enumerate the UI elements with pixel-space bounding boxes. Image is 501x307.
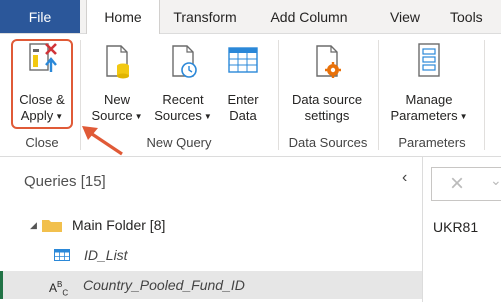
group-separator [278,40,279,150]
query-item[interactable]: ID_List [0,241,422,269]
query-folder[interactable]: ◢ Main Folder [8] [0,211,422,239]
cancel-icon[interactable]: × [450,170,464,198]
folder-icon [42,220,62,232]
ribbon-tab-bar: File Home Transform Add Column View Tool… [0,0,501,34]
expand-triangle-icon[interactable]: ◢ [30,211,37,239]
new-source-button[interactable]: New Source ▼ [84,36,150,125]
recent-sources-label-2: Sources [154,108,202,123]
group-label-close: Close [25,135,59,150]
manage-parameters-label-1: Manage [405,92,453,107]
data-source-settings-label-2: settings [304,108,350,123]
new-source-label-1: New [103,92,130,107]
chevron-down-icon: ▼ [134,111,143,121]
formula-controls: × ⌄ [431,167,501,201]
group-separator [378,40,379,150]
data-source-settings-label-1: Data source [291,92,363,107]
enter-data-button[interactable]: Enter Data [220,36,266,124]
chevron-down-icon: ▼ [459,111,468,121]
tab-home[interactable]: Home [86,0,160,34]
group-label-data-sources: Data Sources [288,135,368,150]
chevron-down-icon[interactable]: ⌄ [490,172,501,189]
data-source-settings-button[interactable]: Data source settings [282,36,372,124]
group-label-parameters: Parameters [398,135,466,150]
group-separator [484,40,485,150]
manage-parameters-label-2: Parameters [390,108,458,123]
close-apply-highlight [11,39,73,129]
parameters-icon [418,43,440,77]
new-source-label-2: Source [91,108,133,123]
enter-data-label-2: Data [229,108,257,123]
queries-header: Queries [15] [24,173,106,190]
recent-sources-label-1: Recent [162,92,204,107]
collapse-pane-icon[interactable]: ‹ [402,169,407,187]
tab-view[interactable]: View [378,0,432,33]
queries-pane: Queries [15] ‹ ◢ Main Folder [8] ID_List… [0,157,423,302]
settings-document-icon [316,45,341,78]
recent-sources-button[interactable]: Recent Sources ▼ [148,36,218,125]
formula-area: × ⌄ UKR81 [423,157,501,302]
table-icon [54,249,70,261]
ribbon-home: Close & Apply ▼ New Source ▼ Recent Source… [0,34,501,157]
query-item-selected[interactable]: ABC Country_Pooled_Fund_ID [0,271,422,299]
folder-label: Main Folder [8] [72,217,166,233]
new-source-icon [106,45,129,79]
query-item-label: Country_Pooled_Fund_ID [83,277,245,293]
cell-value: UKR81 [433,219,479,235]
table-icon [228,47,258,73]
tab-add-column[interactable]: Add Column [254,0,364,33]
recent-sources-icon [172,45,197,78]
tab-file[interactable]: File [0,0,80,33]
tab-tools[interactable]: Tools [450,0,501,33]
annotation-arrow-icon [82,126,123,156]
tab-transform[interactable]: Transform [162,0,248,33]
chevron-down-icon: ▼ [203,111,212,121]
query-item-label: ID_List [84,247,128,263]
enter-data-label-1: Enter [227,92,259,107]
manage-parameters-button[interactable]: Manage Parameters ▼ [384,36,474,125]
